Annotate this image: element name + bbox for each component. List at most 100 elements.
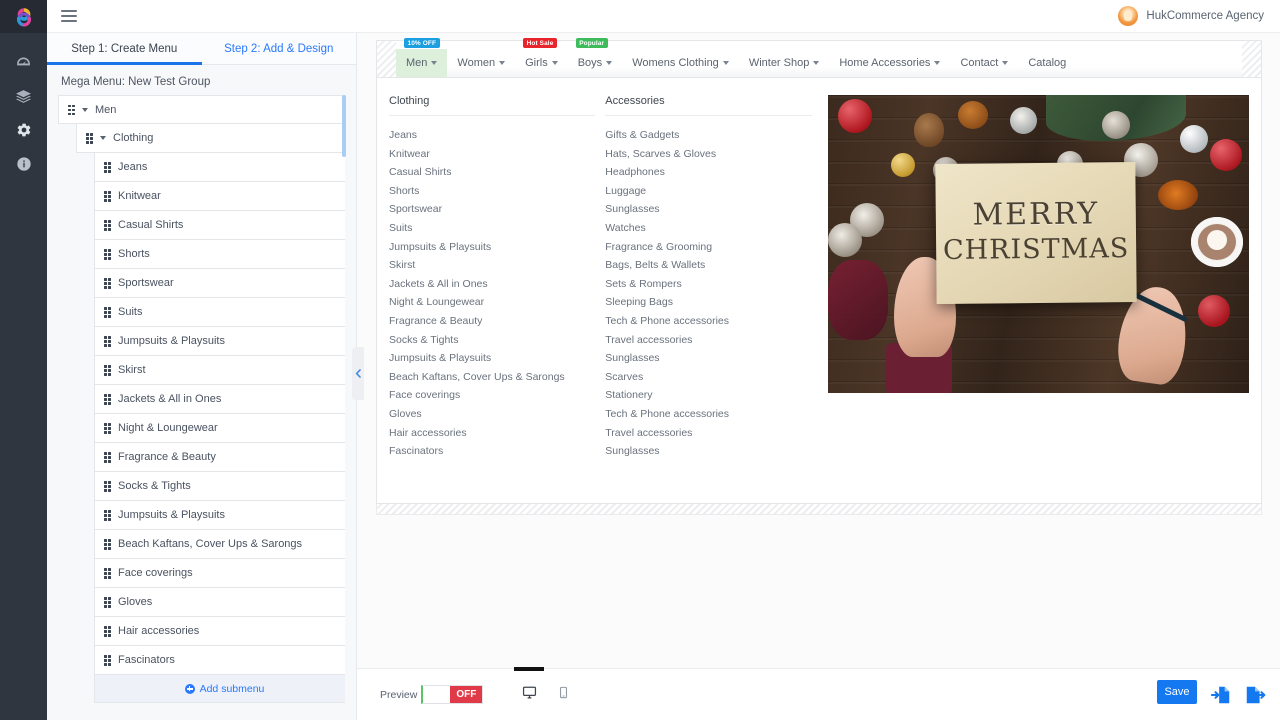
drag-handle-icon[interactable] xyxy=(68,104,76,115)
menu-link[interactable]: Watches xyxy=(605,219,811,238)
tree-node[interactable]: Face coverings xyxy=(94,559,345,588)
tree-node[interactable]: Skirst xyxy=(94,356,345,385)
nav-item-winter-shop[interactable]: Winter Shop xyxy=(739,49,830,77)
device-mobile-button[interactable] xyxy=(547,680,579,710)
tree-node[interactable]: Beach Kaftans, Cover Ups & Sarongs xyxy=(94,530,345,559)
nav-item-home-accessories[interactable]: Home Accessories xyxy=(829,49,950,77)
menu-link[interactable]: Sets & Rompers xyxy=(605,275,811,294)
app-logo[interactable] xyxy=(0,0,47,33)
nav-item-men[interactable]: 10% OFF Men xyxy=(396,38,448,77)
menu-link[interactable]: Jumpsuits & Playsuits xyxy=(389,349,595,368)
scrollbar-thumb[interactable] xyxy=(342,95,346,157)
tree-node[interactable]: Suits xyxy=(94,298,345,327)
drag-handle-icon[interactable] xyxy=(104,539,112,550)
sidebar-item-settings[interactable] xyxy=(0,113,47,147)
tree-node[interactable]: Jumpsuits & Playsuits xyxy=(94,327,345,356)
drag-handle-icon[interactable] xyxy=(104,307,112,318)
menu-link[interactable]: Fascinators xyxy=(389,442,595,461)
nav-item-contact[interactable]: Contact xyxy=(950,49,1018,77)
menu-link[interactable]: Scarves xyxy=(605,368,811,387)
menu-link[interactable]: Bags, Belts & Wallets xyxy=(605,256,811,275)
nav-item-women[interactable]: Women xyxy=(447,49,515,77)
drag-handle-icon[interactable] xyxy=(104,162,112,173)
tree-node[interactable]: Fascinators xyxy=(94,646,345,675)
menu-link[interactable]: Travel accessories xyxy=(605,424,811,443)
drag-handle-icon[interactable] xyxy=(104,365,112,376)
preview-toggle[interactable]: OFF xyxy=(421,685,484,704)
sidebar-item-layers[interactable] xyxy=(0,79,47,113)
tab-step-2-add-design[interactable]: Step 2: Add & Design xyxy=(202,33,357,64)
menu-link[interactable]: Headphones xyxy=(605,163,811,182)
menu-link[interactable]: Sleeping Bags xyxy=(605,293,811,312)
drag-handle-icon[interactable] xyxy=(104,510,112,521)
drag-handle-icon[interactable] xyxy=(104,191,112,202)
drag-handle-icon[interactable] xyxy=(104,481,112,492)
menu-link[interactable]: Gifts & Gadgets xyxy=(605,126,811,145)
chevron-down-icon[interactable] xyxy=(100,136,106,140)
tree-node[interactable]: Socks & Tights xyxy=(94,472,345,501)
sidebar-item-info[interactable] xyxy=(0,147,47,181)
drag-handle-icon[interactable] xyxy=(104,220,112,231)
nav-item-girls[interactable]: Hot Sale Girls xyxy=(515,38,568,77)
menu-link[interactable]: Travel accessories xyxy=(605,331,811,350)
save-button[interactable]: Save xyxy=(1157,680,1197,704)
menu-link[interactable]: Fragrance & Beauty xyxy=(389,312,595,331)
menu-link[interactable]: Fragrance & Grooming xyxy=(605,238,811,257)
menu-link[interactable]: Sunglasses xyxy=(605,349,811,368)
menu-link[interactable]: Sunglasses xyxy=(605,442,811,461)
tree-node[interactable]: Knitwear xyxy=(94,182,345,211)
tab-step-1-create-menu[interactable]: Step 1: Create Menu xyxy=(47,33,202,65)
menu-link[interactable]: Jeans xyxy=(389,126,595,145)
nav-item-womens-clothing[interactable]: Womens Clothing xyxy=(622,49,739,77)
brand-account[interactable]: HukCommerce Agency xyxy=(1118,6,1264,26)
add-submenu-button[interactable]: Add submenu xyxy=(94,675,345,703)
menu-link[interactable]: Night & Loungewear xyxy=(389,293,595,312)
import-button[interactable] xyxy=(1210,684,1232,706)
drag-handle-icon[interactable] xyxy=(104,394,112,405)
menu-link[interactable]: Casual Shirts xyxy=(389,163,595,182)
drag-handle-icon[interactable] xyxy=(104,452,112,463)
tree-node[interactable]: Fragrance & Beauty xyxy=(94,443,345,472)
drag-handle-icon[interactable] xyxy=(104,336,112,347)
drag-handle-icon[interactable] xyxy=(104,568,112,579)
drag-handle-icon[interactable] xyxy=(104,423,112,434)
menu-link[interactable]: Jumpsuits & Playsuits xyxy=(389,238,595,257)
menu-link[interactable]: Socks & Tights xyxy=(389,331,595,350)
tree-node[interactable]: Night & Loungewear xyxy=(94,414,345,443)
tree-node[interactable]: Men xyxy=(58,95,345,124)
menu-link[interactable]: Gloves xyxy=(389,405,595,424)
tree-node[interactable]: Clothing xyxy=(76,124,345,153)
drag-handle-icon[interactable] xyxy=(86,133,94,144)
tree-node[interactable]: Casual Shirts xyxy=(94,211,345,240)
menu-link[interactable]: Shorts xyxy=(389,182,595,201)
drag-handle-icon[interactable] xyxy=(104,278,112,289)
menu-link[interactable]: Suits xyxy=(389,219,595,238)
menu-link[interactable]: Skirst xyxy=(389,256,595,275)
tree-node[interactable]: Jumpsuits & Playsuits xyxy=(94,501,345,530)
tree-node[interactable]: Gloves xyxy=(94,588,345,617)
menu-link[interactable]: Tech & Phone accessories xyxy=(605,405,811,424)
menu-link[interactable]: Beach Kaftans, Cover Ups & Sarongs xyxy=(389,368,595,387)
menu-link[interactable]: Jackets & All in Ones xyxy=(389,275,595,294)
sidebar-item-dashboard[interactable] xyxy=(0,45,47,79)
menu-link[interactable]: Sunglasses xyxy=(605,200,811,219)
menu-link[interactable]: Stationery xyxy=(605,386,811,405)
chevron-down-icon[interactable] xyxy=(82,107,88,112)
menu-link[interactable]: Hair accessories xyxy=(389,424,595,443)
menu-link[interactable]: Luggage xyxy=(605,182,811,201)
drag-handle-icon[interactable] xyxy=(104,626,112,637)
tree-node[interactable]: Jackets & All in Ones xyxy=(94,385,345,414)
nav-item-catalog[interactable]: Catalog xyxy=(1018,49,1076,77)
tree-node[interactable]: Shorts xyxy=(94,240,345,269)
drag-handle-icon[interactable] xyxy=(104,249,112,260)
tree-node[interactable]: Jeans xyxy=(94,153,345,182)
menu-link[interactable]: Sportswear xyxy=(389,200,595,219)
hamburger-icon[interactable] xyxy=(61,7,77,25)
panel-collapse-handle[interactable] xyxy=(352,347,364,400)
drag-handle-icon[interactable] xyxy=(104,655,112,666)
menu-link[interactable]: Hats, Scarves & Gloves xyxy=(605,145,811,164)
nav-item-boys[interactable]: Popular Boys xyxy=(568,38,622,77)
device-desktop-button[interactable] xyxy=(513,666,545,710)
left-panel-scrollbar[interactable] xyxy=(342,95,346,720)
menu-link[interactable]: Knitwear xyxy=(389,145,595,164)
